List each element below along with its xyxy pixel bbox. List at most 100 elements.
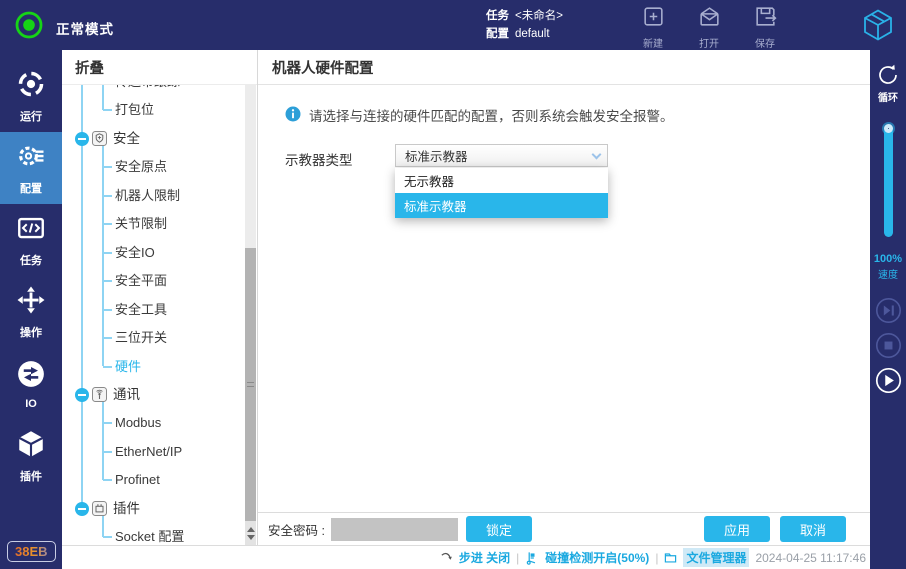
app-root: 正常模式 任务<未命名> 配置default 新建 打开 保存 运行 [0,0,906,569]
save-button[interactable]: 保存 [745,4,785,50]
tree-collapse-toggle[interactable] [75,502,89,516]
tree-scrollbar-thumb[interactable] [245,248,256,521]
separator: | [516,551,519,565]
loop-mode-icon[interactable] [875,62,901,88]
speed-percent: 100% [874,253,902,265]
sidebar-item-label: 运行 [20,108,42,124]
play-button[interactable] [875,367,902,394]
step-mode-status[interactable]: 步进 关闭 [459,549,510,566]
sidebar-item-config[interactable]: 配置 [0,132,62,204]
tree-collapse-toggle[interactable] [75,132,89,146]
tree-connector-line [103,479,112,481]
safety-password-input[interactable] [331,518,458,541]
run-icon [16,69,46,104]
scroll-up-icon[interactable] [247,527,255,532]
task-config-info: 任务<未命名> 配置default [486,7,563,43]
config-row: 配置default [486,25,563,43]
main-panel: 机器人硬件配置 请选择与连接的硬件匹配的配置，否则系统会触发安全报警。 示教器类… [258,50,870,545]
tree-node[interactable]: 安全 [113,130,140,148]
tree-item[interactable]: 三位开关 [115,329,167,347]
speed-slider-track[interactable] [884,127,893,237]
pendant-type-label: 示教器类型 [285,149,353,169]
tree-item[interactable]: 机器人限制 [115,187,180,205]
info-text: 请选择与连接的硬件匹配的配置，否则系统会触发安全报警。 [309,105,674,125]
info-icon [285,106,301,125]
tree-item[interactable]: 安全原点 [115,158,167,176]
file-manager-icon [664,551,677,564]
tree-item[interactable]: 安全工具 [115,301,167,319]
tree-connector-line [103,280,112,282]
collision-detect-icon [525,551,539,565]
open-button[interactable]: 打开 [689,4,729,50]
sidebar-item-task[interactable]: 任务 [0,204,62,276]
tree-collapse-toggle[interactable] [75,388,89,402]
speed-label: 速度 [878,266,898,281]
io-icon [16,359,46,394]
mode-indicator[interactable]: 正常模式 [14,10,114,45]
tree-connector-line [103,166,112,168]
sidebar-item-plugin[interactable]: 插件 [0,420,62,492]
tree-item[interactable]: Profinet [115,471,160,489]
tree-item[interactable]: 安全平面 [115,272,167,290]
mode-label: 正常模式 [56,18,114,38]
sidebar-item-io[interactable]: IO [0,348,62,420]
tree-node[interactable]: 插件 [113,500,140,518]
tree-connector-line [103,252,112,254]
tree-item[interactable]: 关节限制 [115,215,167,233]
dropdown-option[interactable]: 标准示教器 [395,193,608,218]
step-next-button[interactable] [875,297,902,324]
tree-item[interactable]: Modbus [115,414,161,432]
tree-node[interactable]: 通讯 [113,386,140,404]
file-manager-button[interactable]: 文件管理器 [683,548,749,567]
left-sidebar-items: 运行 配置 任务 操作 IO 插件 [0,50,62,492]
tree-connector-line [103,422,112,424]
cancel-button[interactable]: 取消 [780,516,846,542]
tree-item[interactable]: 硬件 [115,358,141,376]
sidebar-item-label: IO [25,398,37,410]
apply-button[interactable]: 应用 [704,516,770,542]
tree-item[interactable]: 打包位 [115,101,154,119]
separator: | [655,551,658,565]
speed-slider-handle[interactable] [884,124,893,133]
sidebar-item-label: 插件 [20,468,42,484]
save-icon [753,4,778,34]
new-button[interactable]: 新建 [633,4,673,50]
left-sidebar: 运行 配置 任务 操作 IO 插件 38EB [0,50,62,569]
config-icon [16,141,46,176]
content-area: 折叠 传送带跟踪打包位安全安全原点机器人限制关节限制安全IO 安全平面安全工具三位… [62,50,870,569]
tree-scrollbar[interactable] [245,85,256,545]
open-icon [697,4,722,34]
comm-icon [92,387,107,402]
config-name: default [515,28,550,40]
config-tree: 传送带跟踪打包位安全安全原点机器人限制关节限制安全IO 安全平面安全工具三位开关硬… [62,85,257,545]
tree-item[interactable]: 安全IO [115,244,155,262]
tree-collapse-header[interactable]: 折叠 [62,50,257,85]
shield-icon [92,131,107,146]
lock-button[interactable]: 锁定 [466,516,532,542]
pendant-type-select[interactable]: 标准示教器 [395,144,608,167]
sidebar-item-label: 任务 [20,252,42,268]
transport-controls [875,297,902,394]
tree-connector-line [103,223,112,225]
page-title: 机器人硬件配置 [258,50,870,85]
robot-id-badge[interactable]: 38EB [7,541,56,562]
sidebar-item-operate[interactable]: 操作 [0,276,62,348]
mode-status-icon [14,10,44,45]
collision-detect-status[interactable]: 碰撞检测开启(50%) [545,549,649,566]
stop-button[interactable] [875,332,902,359]
new-label: 新建 [643,35,663,50]
tree-item[interactable]: 传送带跟踪 [115,85,180,91]
sidebar-item-run[interactable]: 运行 [0,60,62,132]
tree-item[interactable]: Socket 配置 [115,528,184,545]
tree-item[interactable]: EtherNet/IP [115,443,182,461]
plugin-icon [16,429,46,464]
safety-password-label: 安全密码 : [268,520,325,539]
save-label: 保存 [755,35,775,50]
scroll-down-icon[interactable] [247,535,255,540]
tree-scroll-arrows [245,521,256,545]
tree-connector-line [103,337,112,339]
tree-connector-line [81,85,83,509]
dropdown-option[interactable]: 无示教器 [395,168,608,193]
task-row: 任务<未命名> [486,7,563,25]
operate-icon [16,285,46,320]
